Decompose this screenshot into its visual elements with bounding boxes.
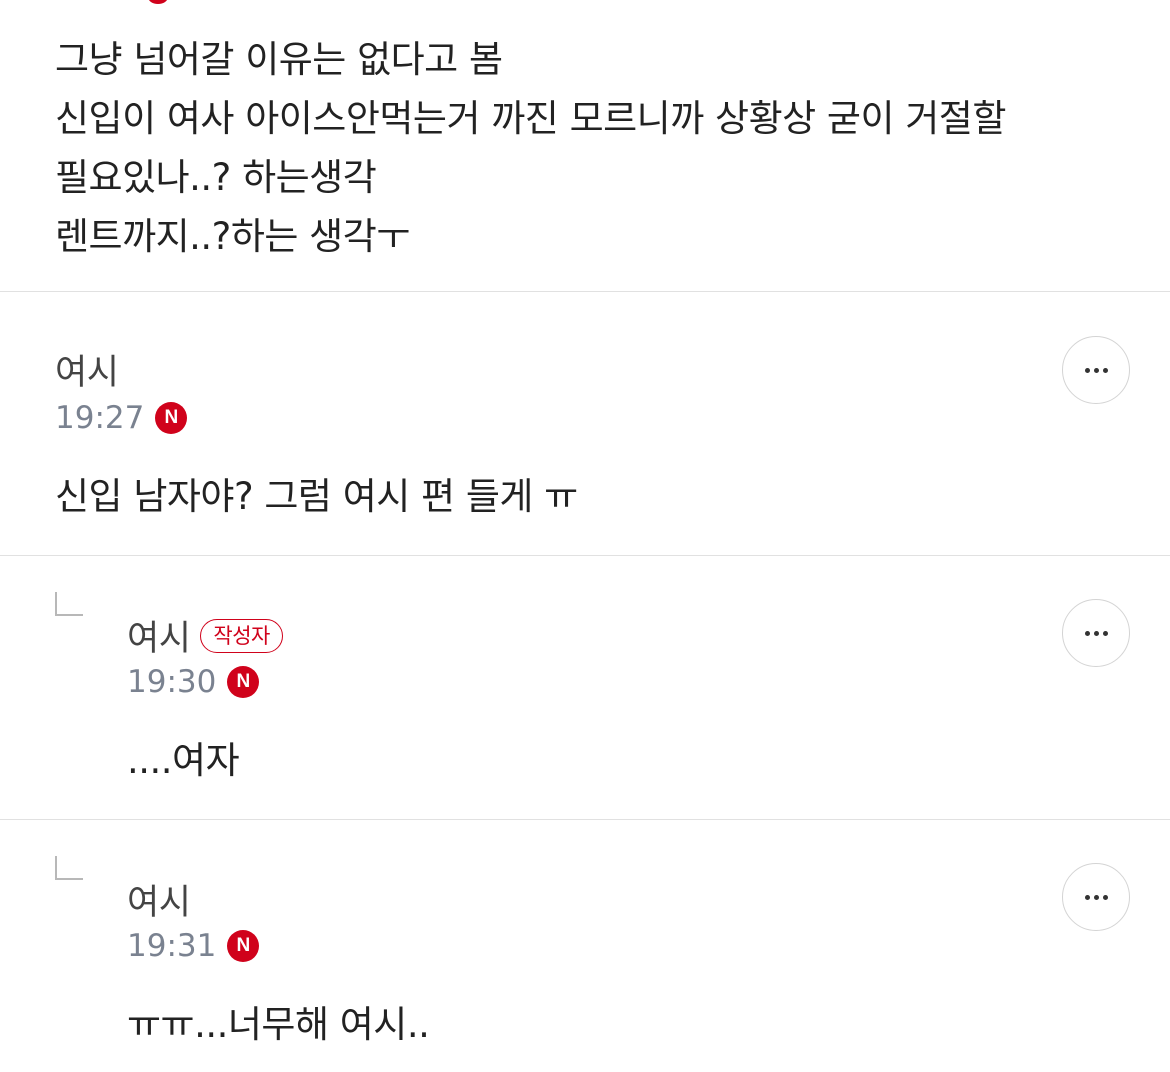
more-options-button[interactable] — [1062, 599, 1130, 667]
comment-text: ㅠㅠ...너무해 여시.. — [127, 1003, 430, 1046]
comment-meta: 19:31 N — [127, 928, 260, 964]
comment-author-row: 여시 — [127, 874, 191, 925]
comment-meta: 19:30 N — [127, 664, 260, 700]
writer-badge: 작성자 — [200, 618, 283, 653]
reply-corner-icon — [55, 856, 83, 880]
comment-text: 신입 남자야? 그럼 여시 편 들게 ㅠ — [55, 475, 578, 518]
top-badge-fragment — [148, 0, 168, 4]
post-line: 필요있나..? 하는생각 — [55, 156, 377, 199]
comment-author[interactable]: 여시 — [127, 610, 191, 661]
post-body: 그냥 넘어갈 이유는 없다고 봄 신입이 여사 아이스안먹는거 까진 모르니까 … — [55, 30, 1145, 266]
new-badge: N — [227, 930, 260, 962]
more-horizontal-icon — [1084, 367, 1090, 373]
comment-time: 19:27 — [55, 400, 145, 436]
comment-meta: 19:27 N — [55, 400, 188, 436]
new-badge: N — [155, 402, 188, 434]
comment-time: 19:30 — [127, 664, 217, 700]
new-badge: N — [227, 666, 260, 698]
reply-corner-icon — [55, 592, 83, 616]
comment-author[interactable]: 여시 — [127, 874, 191, 925]
comment-text: ....여자 — [127, 739, 240, 782]
post-line: 렌트까지..?하는 생각ㅜ — [55, 215, 410, 258]
more-horizontal-icon — [1084, 894, 1090, 900]
reply-comment: 여시 작성자 19:30 N ....여자 — [0, 556, 1170, 819]
more-horizontal-icon — [1093, 630, 1099, 636]
more-horizontal-icon — [1102, 894, 1108, 900]
more-options-button[interactable] — [1062, 336, 1130, 404]
comment-author-row: 여시 — [55, 344, 119, 395]
comment-author-row: 여시 작성자 — [127, 610, 283, 661]
more-horizontal-icon — [1093, 367, 1099, 373]
comment-time: 19:31 — [127, 928, 217, 964]
post-line: 신입이 여사 아이스안먹는거 까진 모르니까 상황상 굳이 거절할 — [55, 97, 1006, 140]
reply-comment: 여시 19:31 N ㅠㅠ...너무해 여시.. — [0, 820, 1170, 1072]
more-horizontal-icon — [1084, 630, 1090, 636]
more-horizontal-icon — [1102, 367, 1108, 373]
more-horizontal-icon — [1093, 894, 1099, 900]
more-horizontal-icon — [1102, 630, 1108, 636]
comment-author[interactable]: 여시 — [55, 344, 119, 395]
comment: 여시 19:27 N 신입 남자야? 그럼 여시 편 들게 ㅠ — [0, 292, 1170, 555]
more-options-button[interactable] — [1062, 863, 1130, 931]
post-line: 그냥 넘어갈 이유는 없다고 봄 — [55, 38, 503, 81]
